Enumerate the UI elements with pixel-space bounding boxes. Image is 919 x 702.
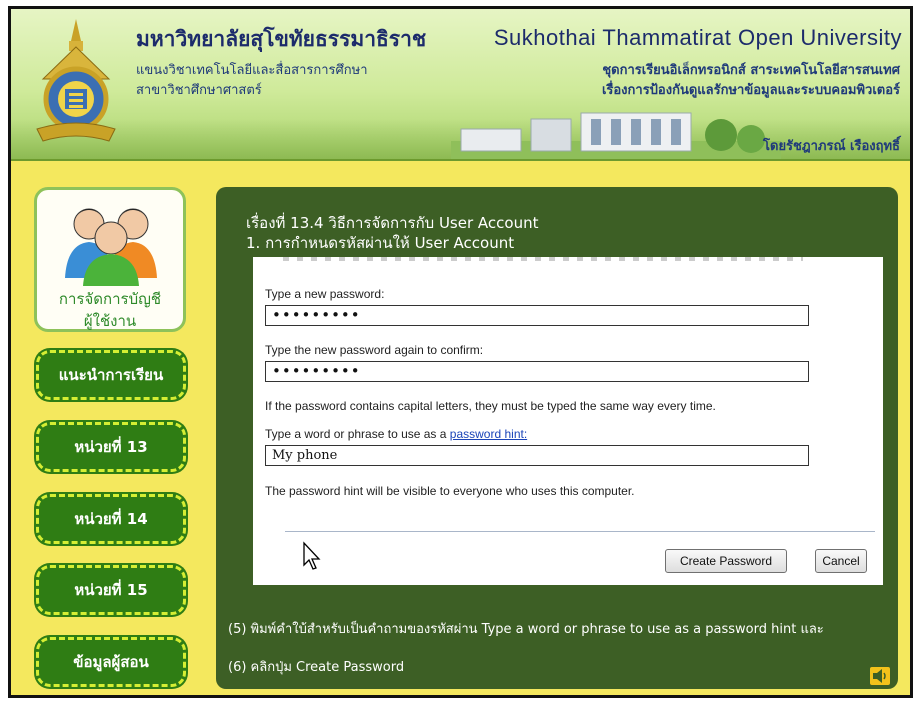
password-hint-label-prefix: Type a word or phrase to use as a <box>265 427 450 441</box>
dialog-separator <box>285 531 875 532</box>
confirm-password-field[interactable]: ••••••••• <box>265 361 809 382</box>
campus-buildings-image <box>451 112 781 159</box>
instruction-step-5: (5) พิมพ์คำใบ้สำหรับเป็นคำถามของรหัสผ่าน… <box>228 622 824 637</box>
create-password-dialog: Type a new password: ••••••••• Type the … <box>253 257 883 585</box>
department-line-1: แขนงวิชาเทคโนโลยีและสื่อสารการศึกษา <box>136 63 368 78</box>
clipped-text-edge <box>283 257 803 261</box>
sidebar-item-unit-14[interactable]: หน่วยที่ 14 <box>36 494 186 544</box>
series-title-line-1: ชุดการเรียนอิเล็กทรอนิกส์ สาระเทคโนโลยีส… <box>602 63 900 78</box>
university-thai-name: มหาวิทยาลัยสุโขทัยธรรมาธิราช <box>136 26 427 51</box>
cancel-button[interactable]: Cancel <box>815 549 867 573</box>
account-label-line-2: ผู้ใช้งาน <box>83 312 137 330</box>
confirm-password-label: Type the new password again to confirm: <box>265 343 484 357</box>
department-line-2: สาขาวิชาศึกษาศาสตร์ <box>136 83 262 98</box>
account-management-label: การจัดการบัญชี ผู้ใช้งาน <box>37 288 183 332</box>
capital-letters-note: If the password contains capital letters… <box>265 399 716 413</box>
university-crest-icon <box>36 19 116 142</box>
password-hint-link[interactable]: password hint: <box>450 427 527 441</box>
university-english-name: Sukhothai Thammatirat Open University <box>493 25 902 50</box>
instruction-step-6: (6) คลิกปุ่ม Create Password <box>228 660 405 675</box>
content-panel: เรื่องที่ 13.4 วิธีการจัดการกับ User Acc… <box>216 187 898 689</box>
account-label-line-1: การจัดการบัญชี <box>58 290 162 308</box>
mouse-pointer-icon <box>303 541 321 570</box>
password-hint-label: Type a word or phrase to use as a passwo… <box>265 427 527 441</box>
lesson-subtitle: 1. การกำหนดรหัสผ่านให้ User Account <box>246 234 515 252</box>
account-management-card: การจัดการบัญชี ผู้ใช้งาน <box>34 187 186 332</box>
sidebar-item-instructor-info[interactable]: ข้อมูลผู้สอน <box>36 637 186 687</box>
new-password-label: Type a new password: <box>265 287 385 301</box>
new-password-field[interactable]: ••••••••• <box>265 305 809 326</box>
site-header: มหาวิทยาลัยสุโขทัยธรรมาธิราช Sukhothai T… <box>11 9 910 161</box>
hint-visibility-note: The password hint will be visible to eve… <box>265 484 635 498</box>
create-password-button[interactable]: Create Password <box>665 549 787 573</box>
sidebar-item-unit-15[interactable]: หน่วยที่ 15 <box>36 565 186 615</box>
users-group-icon <box>65 208 157 286</box>
page-frame: มหาวิทยาลัยสุโขทัยธรรมาธิราช Sukhothai T… <box>8 6 913 698</box>
author-name: โดยรัชฎาภรณ์ เรืองฤทธิ์ <box>763 139 900 154</box>
password-hint-field[interactable]: My phone <box>265 445 809 466</box>
sidebar-item-intro[interactable]: แนะนำการเรียน <box>36 350 186 400</box>
speaker-icon[interactable] <box>870 667 890 685</box>
series-title-line-2: เรื่องการป้องกันดูแลรักษาข้อมูลและระบบคอ… <box>601 83 900 98</box>
sidebar-item-unit-13[interactable]: หน่วยที่ 13 <box>36 422 186 472</box>
